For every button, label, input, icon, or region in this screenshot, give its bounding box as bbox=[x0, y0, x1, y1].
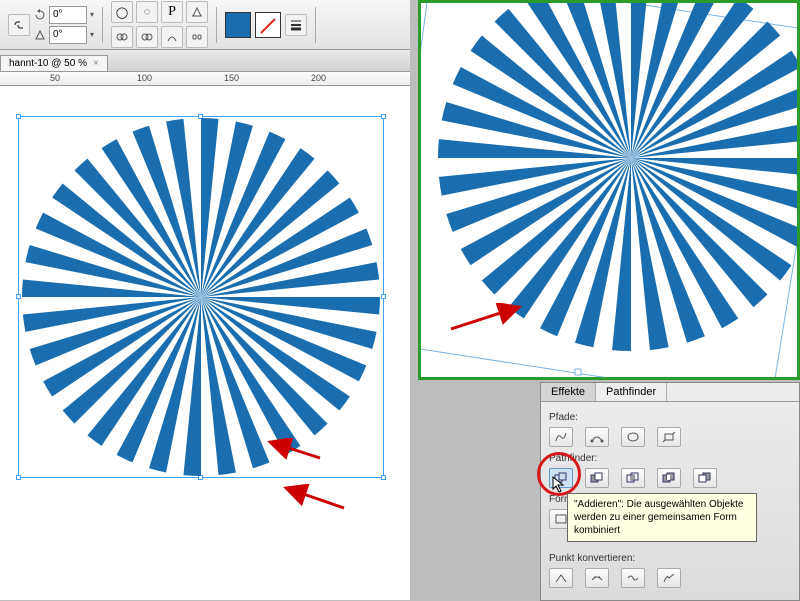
separator bbox=[102, 7, 103, 43]
exclude-shapes-button[interactable] bbox=[657, 468, 681, 488]
close-path-button[interactable] bbox=[621, 427, 645, 447]
open-path-button[interactable] bbox=[585, 427, 609, 447]
horizontal-ruler: 50 100 150 200 bbox=[0, 72, 410, 86]
stroke-weight-icon[interactable] bbox=[285, 14, 307, 36]
subtract-shapes-button[interactable] bbox=[585, 468, 609, 488]
intersect-shapes-button[interactable] bbox=[621, 468, 645, 488]
stroke-none-swatch[interactable] bbox=[255, 12, 281, 38]
fill-color-swatch[interactable] bbox=[225, 12, 251, 38]
ruler-tick: 150 bbox=[224, 73, 239, 83]
paragraph-icon[interactable]: P bbox=[161, 1, 183, 23]
intersect-icon[interactable] bbox=[136, 26, 158, 48]
pathfinder-row bbox=[549, 466, 791, 490]
workspace-left: ▾ ▾ ◯ ◌ P hannt-10 @ 50 % × bbox=[0, 0, 410, 600]
link-icon[interactable] bbox=[8, 14, 30, 36]
add-shapes-button[interactable] bbox=[549, 468, 573, 488]
sunburst-preview bbox=[436, 0, 800, 353]
arrow-annotation bbox=[447, 303, 527, 333]
close-icon[interactable]: × bbox=[93, 58, 99, 69]
document-tab[interactable]: hannt-10 @ 50 % × bbox=[0, 55, 108, 71]
symmetric-point-button[interactable] bbox=[621, 568, 645, 588]
label-paths: Pfade: bbox=[549, 412, 791, 423]
sunburst-artwork[interactable] bbox=[18, 116, 384, 478]
document-tab-title: hannt-10 @ 50 % bbox=[9, 58, 87, 69]
tooltip: "Addieren": Die ausgewählten Objekte wer… bbox=[567, 493, 757, 542]
tab-pathfinder[interactable]: Pathfinder bbox=[596, 383, 667, 401]
preview-pane bbox=[418, 0, 800, 380]
minus-back-button[interactable] bbox=[693, 468, 717, 488]
bezier-icon[interactable] bbox=[161, 26, 183, 48]
label-pathfinder: Pathfinder: bbox=[549, 453, 791, 464]
separator bbox=[315, 7, 316, 43]
shear-icon bbox=[34, 29, 46, 41]
convert-shape-row: "Addieren": Die ausgewählten Objekte wer… bbox=[549, 507, 791, 531]
smooth-point-button[interactable] bbox=[585, 568, 609, 588]
align-icon[interactable] bbox=[186, 1, 208, 23]
paths-row bbox=[549, 425, 791, 449]
angle-inputs: ▾ ▾ bbox=[34, 6, 94, 44]
oval-dotted-icon[interactable]: ◌ bbox=[136, 1, 158, 23]
panel-body: Pfade: Pathfinder: Form konvertieren: "A… bbox=[541, 402, 799, 600]
rotation-angle-input[interactable] bbox=[49, 6, 87, 24]
join-path-button[interactable] bbox=[549, 427, 573, 447]
tab-effects[interactable]: Effekte bbox=[541, 383, 596, 401]
canvas[interactable] bbox=[0, 86, 410, 600]
tool-grid: ◯ ◌ P bbox=[111, 1, 208, 48]
label-convert-point: Punkt konvertieren: bbox=[549, 553, 791, 564]
dropdown-icon[interactable]: ▾ bbox=[90, 10, 94, 19]
rotate-icon bbox=[34, 9, 46, 21]
document-tabs: hannt-10 @ 50 % × bbox=[0, 50, 410, 72]
ruler-tick: 50 bbox=[50, 73, 60, 83]
link2-icon[interactable] bbox=[186, 26, 208, 48]
arrow-annotation bbox=[280, 484, 350, 512]
arrow-annotation bbox=[264, 438, 324, 462]
ruler-tick: 100 bbox=[137, 73, 152, 83]
pathfinder-panel: Effekte Pathfinder Pfade: Pathfinder: Fo… bbox=[540, 382, 800, 601]
shear-angle-input[interactable] bbox=[49, 26, 87, 44]
ruler-tick: 200 bbox=[311, 73, 326, 83]
dropdown-icon[interactable]: ▾ bbox=[90, 30, 94, 39]
top-toolbar: ▾ ▾ ◯ ◌ P bbox=[0, 0, 410, 50]
cusp-point-button[interactable] bbox=[657, 568, 681, 588]
corner-point-button[interactable] bbox=[549, 568, 573, 588]
weld-icon[interactable] bbox=[111, 26, 133, 48]
convert-point-row bbox=[549, 566, 791, 590]
reverse-path-button[interactable] bbox=[657, 427, 681, 447]
panel-tabs: Effekte Pathfinder bbox=[541, 383, 799, 402]
lasso-icon[interactable]: ◯ bbox=[111, 1, 133, 23]
separator bbox=[216, 7, 217, 43]
